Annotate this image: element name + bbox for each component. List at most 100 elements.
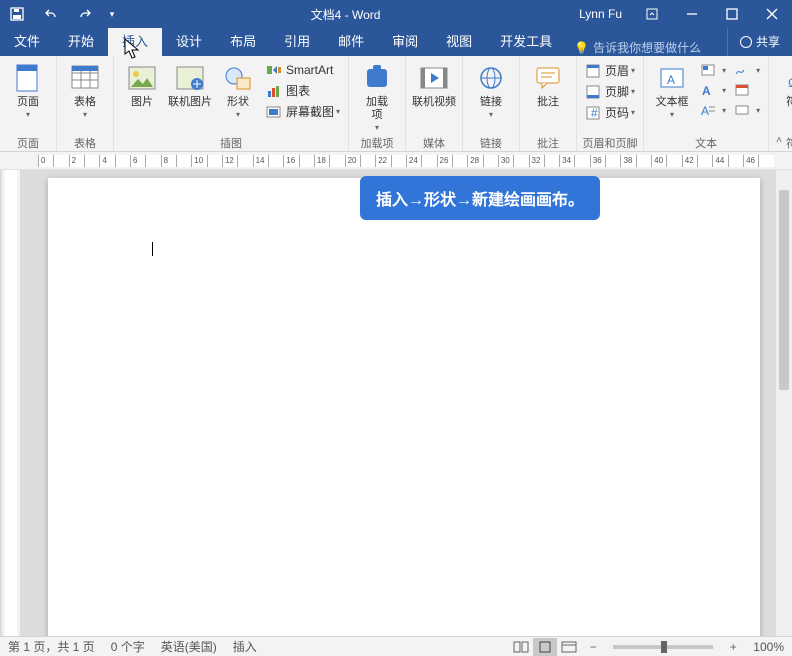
page-icon	[12, 62, 44, 94]
undo-button[interactable]	[34, 0, 68, 28]
ruler-horizontal[interactable]: 0246810121416182022242628303234363840424…	[0, 152, 792, 170]
chart-button[interactable]: 图表	[262, 80, 344, 101]
svg-text:#: #	[591, 106, 598, 120]
group-comments-label: 批注	[524, 135, 572, 151]
signature-icon	[734, 62, 750, 78]
textbox-button[interactable]: A 文本框▾	[648, 60, 696, 121]
group-pages: 页面▾ 页面	[0, 56, 57, 151]
online-pictures-button[interactable]: 联机图片	[166, 60, 214, 111]
maximize-button[interactable]	[712, 0, 752, 28]
account-name[interactable]: Lynn Fu	[569, 7, 632, 21]
tab-review[interactable]: 审阅	[378, 28, 432, 56]
header-label: 页眉	[605, 62, 629, 79]
screenshot-button[interactable]: 屏幕截图▾	[262, 101, 344, 122]
tab-references[interactable]: 引用	[270, 28, 324, 56]
link-label: 链接	[480, 96, 502, 109]
comment-icon	[532, 62, 564, 94]
ruler-vertical[interactable]	[2, 170, 20, 636]
qat-customize-button[interactable]: ▾	[102, 0, 122, 28]
cover-page-button[interactable]: 页面▾	[4, 60, 52, 121]
lightbulb-icon: 💡	[574, 41, 589, 55]
collapse-ribbon-button[interactable]: ˄	[770, 135, 788, 149]
online-picture-icon	[174, 62, 206, 94]
omega-icon: Ω	[781, 62, 792, 94]
zoom-level[interactable]: 100%	[745, 640, 792, 654]
footer-button[interactable]: 页脚▾	[581, 81, 639, 102]
group-links: 链接▾ 链接	[463, 56, 520, 151]
tab-mailings[interactable]: 邮件	[324, 28, 378, 56]
tab-view[interactable]: 视图	[432, 28, 486, 56]
table-label: 表格	[74, 96, 96, 109]
date-icon	[734, 82, 750, 98]
save-button[interactable]	[0, 0, 34, 28]
zoom-out-button[interactable]: −	[581, 638, 605, 656]
smartart-button[interactable]: SmartArt	[262, 60, 344, 80]
smartart-icon	[266, 62, 282, 78]
tell-me-search[interactable]: 💡 告诉我你想要做什么	[566, 39, 727, 56]
table-button[interactable]: 表格▾	[61, 60, 109, 121]
object-icon	[734, 102, 750, 118]
tab-design[interactable]: 设计	[162, 28, 216, 56]
comment-button[interactable]: 批注	[524, 60, 572, 111]
tab-developer[interactable]: 开发工具	[486, 28, 566, 56]
group-illustrations: 图片 联机图片 形状▾ SmartArt 图表 屏幕截图▾ 插图	[114, 56, 349, 151]
status-language[interactable]: 英语(美国)	[153, 638, 225, 655]
group-pages-label: 页面	[4, 135, 52, 151]
shapes-button[interactable]: 形状▾	[214, 60, 262, 121]
addins-button[interactable]: 加载 项▾	[353, 60, 401, 134]
tell-me-placeholder: 告诉我你想要做什么	[593, 39, 701, 56]
close-button[interactable]	[752, 0, 792, 28]
scroll-thumb[interactable]	[779, 190, 789, 390]
minimize-button[interactable]	[672, 0, 712, 28]
quick-access-toolbar: ▾	[0, 0, 122, 28]
status-page[interactable]: 第 1 页，共 1 页	[0, 638, 103, 655]
symbol-label: 符号	[786, 96, 792, 109]
web-layout-button[interactable]	[557, 638, 581, 656]
chart-icon	[266, 83, 282, 99]
share-button[interactable]: 共享	[727, 28, 792, 56]
shapes-icon	[222, 62, 254, 94]
zoom-slider[interactable]	[613, 645, 713, 649]
read-mode-button[interactable]	[509, 638, 533, 656]
print-layout-button[interactable]	[533, 638, 557, 656]
drop-cap-icon: A	[700, 102, 716, 118]
tab-home[interactable]: 开始	[54, 28, 108, 56]
addins-icon	[361, 62, 393, 94]
addins-label: 加载 项	[366, 96, 388, 122]
screenshot-icon	[266, 104, 282, 120]
redo-button[interactable]	[68, 0, 102, 28]
zoom-in-button[interactable]: +	[721, 638, 745, 656]
ribbon-display-button[interactable]	[632, 0, 672, 28]
zoom-handle[interactable]	[661, 641, 667, 653]
instruction-tooltip: 插入→形状→新建绘画画布。	[360, 176, 600, 220]
link-button[interactable]: 链接▾	[467, 60, 515, 121]
group-comments: 批注 批注	[520, 56, 577, 151]
link-icon	[475, 62, 507, 94]
signature-button[interactable]: ▾	[730, 60, 764, 80]
document-area	[0, 170, 792, 636]
tab-file[interactable]: 文件	[0, 28, 54, 56]
textbox-label: 文本框	[656, 96, 689, 109]
group-tables: 表格▾ 表格	[57, 56, 114, 151]
group-text: A 文本框▾ ▾ A▾ A▾ ▾ ▾ 文本	[644, 56, 769, 151]
symbol-button[interactable]: Ω 符号▾	[773, 60, 792, 121]
quick-parts-button[interactable]: ▾	[696, 60, 730, 80]
header-button[interactable]: 页眉▾	[581, 60, 639, 81]
online-video-button[interactable]: 联机视频	[410, 60, 458, 111]
date-time-button[interactable]	[730, 80, 764, 100]
scrollbar-vertical[interactable]	[776, 170, 792, 636]
ribbon: 页面▾ 页面 表格▾ 表格 图片 联机图片 形状▾	[0, 56, 792, 152]
group-media-label: 媒体	[410, 135, 458, 151]
pictures-button[interactable]: 图片	[118, 60, 166, 111]
page[interactable]	[48, 178, 760, 636]
tab-insert[interactable]: 插入	[108, 28, 162, 56]
drop-cap-button[interactable]: A▾	[696, 100, 730, 120]
tab-layout[interactable]: 布局	[216, 28, 270, 56]
status-mode[interactable]: 插入	[225, 638, 265, 655]
window-title: 文档4 - Word	[122, 6, 569, 23]
object-button[interactable]: ▾	[730, 100, 764, 120]
page-number-icon: #	[585, 105, 601, 121]
wordart-button[interactable]: A▾	[696, 80, 730, 100]
status-words[interactable]: 0 个字	[103, 638, 153, 655]
page-number-button[interactable]: #页码▾	[581, 102, 639, 123]
